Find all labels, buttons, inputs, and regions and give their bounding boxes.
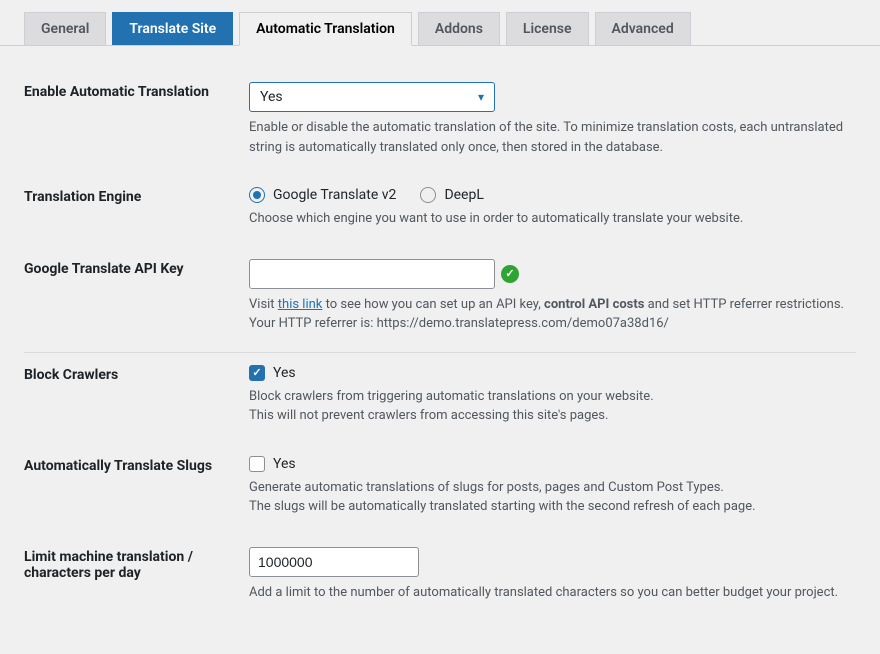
engine-radio-google-label: Google Translate v2	[273, 187, 396, 203]
tabs-nav: General Translate Site Automatic Transla…	[0, 0, 880, 46]
block-label: Block Crawlers	[24, 365, 249, 383]
slugs-desc-2: The slugs will be automatically translat…	[249, 499, 756, 514]
apikey-desc-post: and set HTTP referrer restrictions.	[644, 297, 844, 312]
apikey-link[interactable]: this link	[278, 297, 323, 312]
slugs-checkbox-label: Yes	[273, 456, 296, 472]
engine-label: Translation Engine	[24, 187, 249, 205]
enable-select[interactable]: Yes ▾	[249, 82, 495, 112]
enable-desc: Enable or disable the automatic translat…	[249, 118, 856, 157]
apikey-input[interactable]	[249, 259, 495, 289]
apikey-desc: Visit this link to see how you can set u…	[249, 295, 856, 334]
chevron-down-icon: ▾	[478, 90, 484, 104]
tab-advanced[interactable]: Advanced	[595, 12, 691, 45]
tab-translate-site[interactable]: Translate Site	[112, 12, 233, 45]
limit-desc: Add a limit to the number of automatical…	[249, 583, 856, 603]
limit-input[interactable]	[249, 547, 419, 577]
slugs-checkbox[interactable]	[249, 456, 265, 472]
engine-radio-deepl-label: DeepL	[444, 187, 483, 203]
radio-checked-icon	[249, 187, 265, 203]
radio-unchecked-icon	[420, 187, 436, 203]
block-desc-1: Block crawlers from triggering automatic…	[249, 389, 654, 404]
block-checkbox[interactable]: ✓	[249, 365, 265, 381]
apikey-desc-pre: Visit	[249, 297, 278, 312]
enable-label: Enable Automatic Translation	[24, 82, 249, 100]
enable-select-value: Yes	[260, 89, 283, 105]
apikey-desc-bold: control API costs	[544, 297, 644, 312]
tab-license[interactable]: License	[506, 12, 589, 45]
block-checkbox-label: Yes	[273, 365, 296, 381]
slugs-label: Automatically Translate Slugs	[24, 456, 249, 474]
tab-general[interactable]: General	[24, 12, 106, 45]
check-circle-icon: ✓	[501, 265, 519, 283]
slugs-desc-1: Generate automatic translations of slugs…	[249, 480, 724, 495]
engine-radio-google[interactable]: Google Translate v2	[249, 187, 396, 203]
limit-label: Limit machine translation / characters p…	[24, 547, 249, 581]
block-desc-2: This will not prevent crawlers from acce…	[249, 408, 608, 423]
slugs-desc: Generate automatic translations of slugs…	[249, 478, 856, 517]
tab-addons[interactable]: Addons	[418, 12, 500, 45]
tab-automatic-translation[interactable]: Automatic Translation	[239, 12, 412, 46]
apikey-label: Google Translate API Key	[24, 259, 249, 277]
engine-desc: Choose which engine you want to use in o…	[249, 209, 856, 229]
block-desc: Block crawlers from triggering automatic…	[249, 387, 856, 426]
engine-radio-deepl[interactable]: DeepL	[420, 187, 483, 203]
apikey-referrer: Your HTTP referrer is: https://demo.tran…	[249, 316, 669, 331]
apikey-desc-mid: to see how you can set up an API key,	[322, 297, 544, 312]
